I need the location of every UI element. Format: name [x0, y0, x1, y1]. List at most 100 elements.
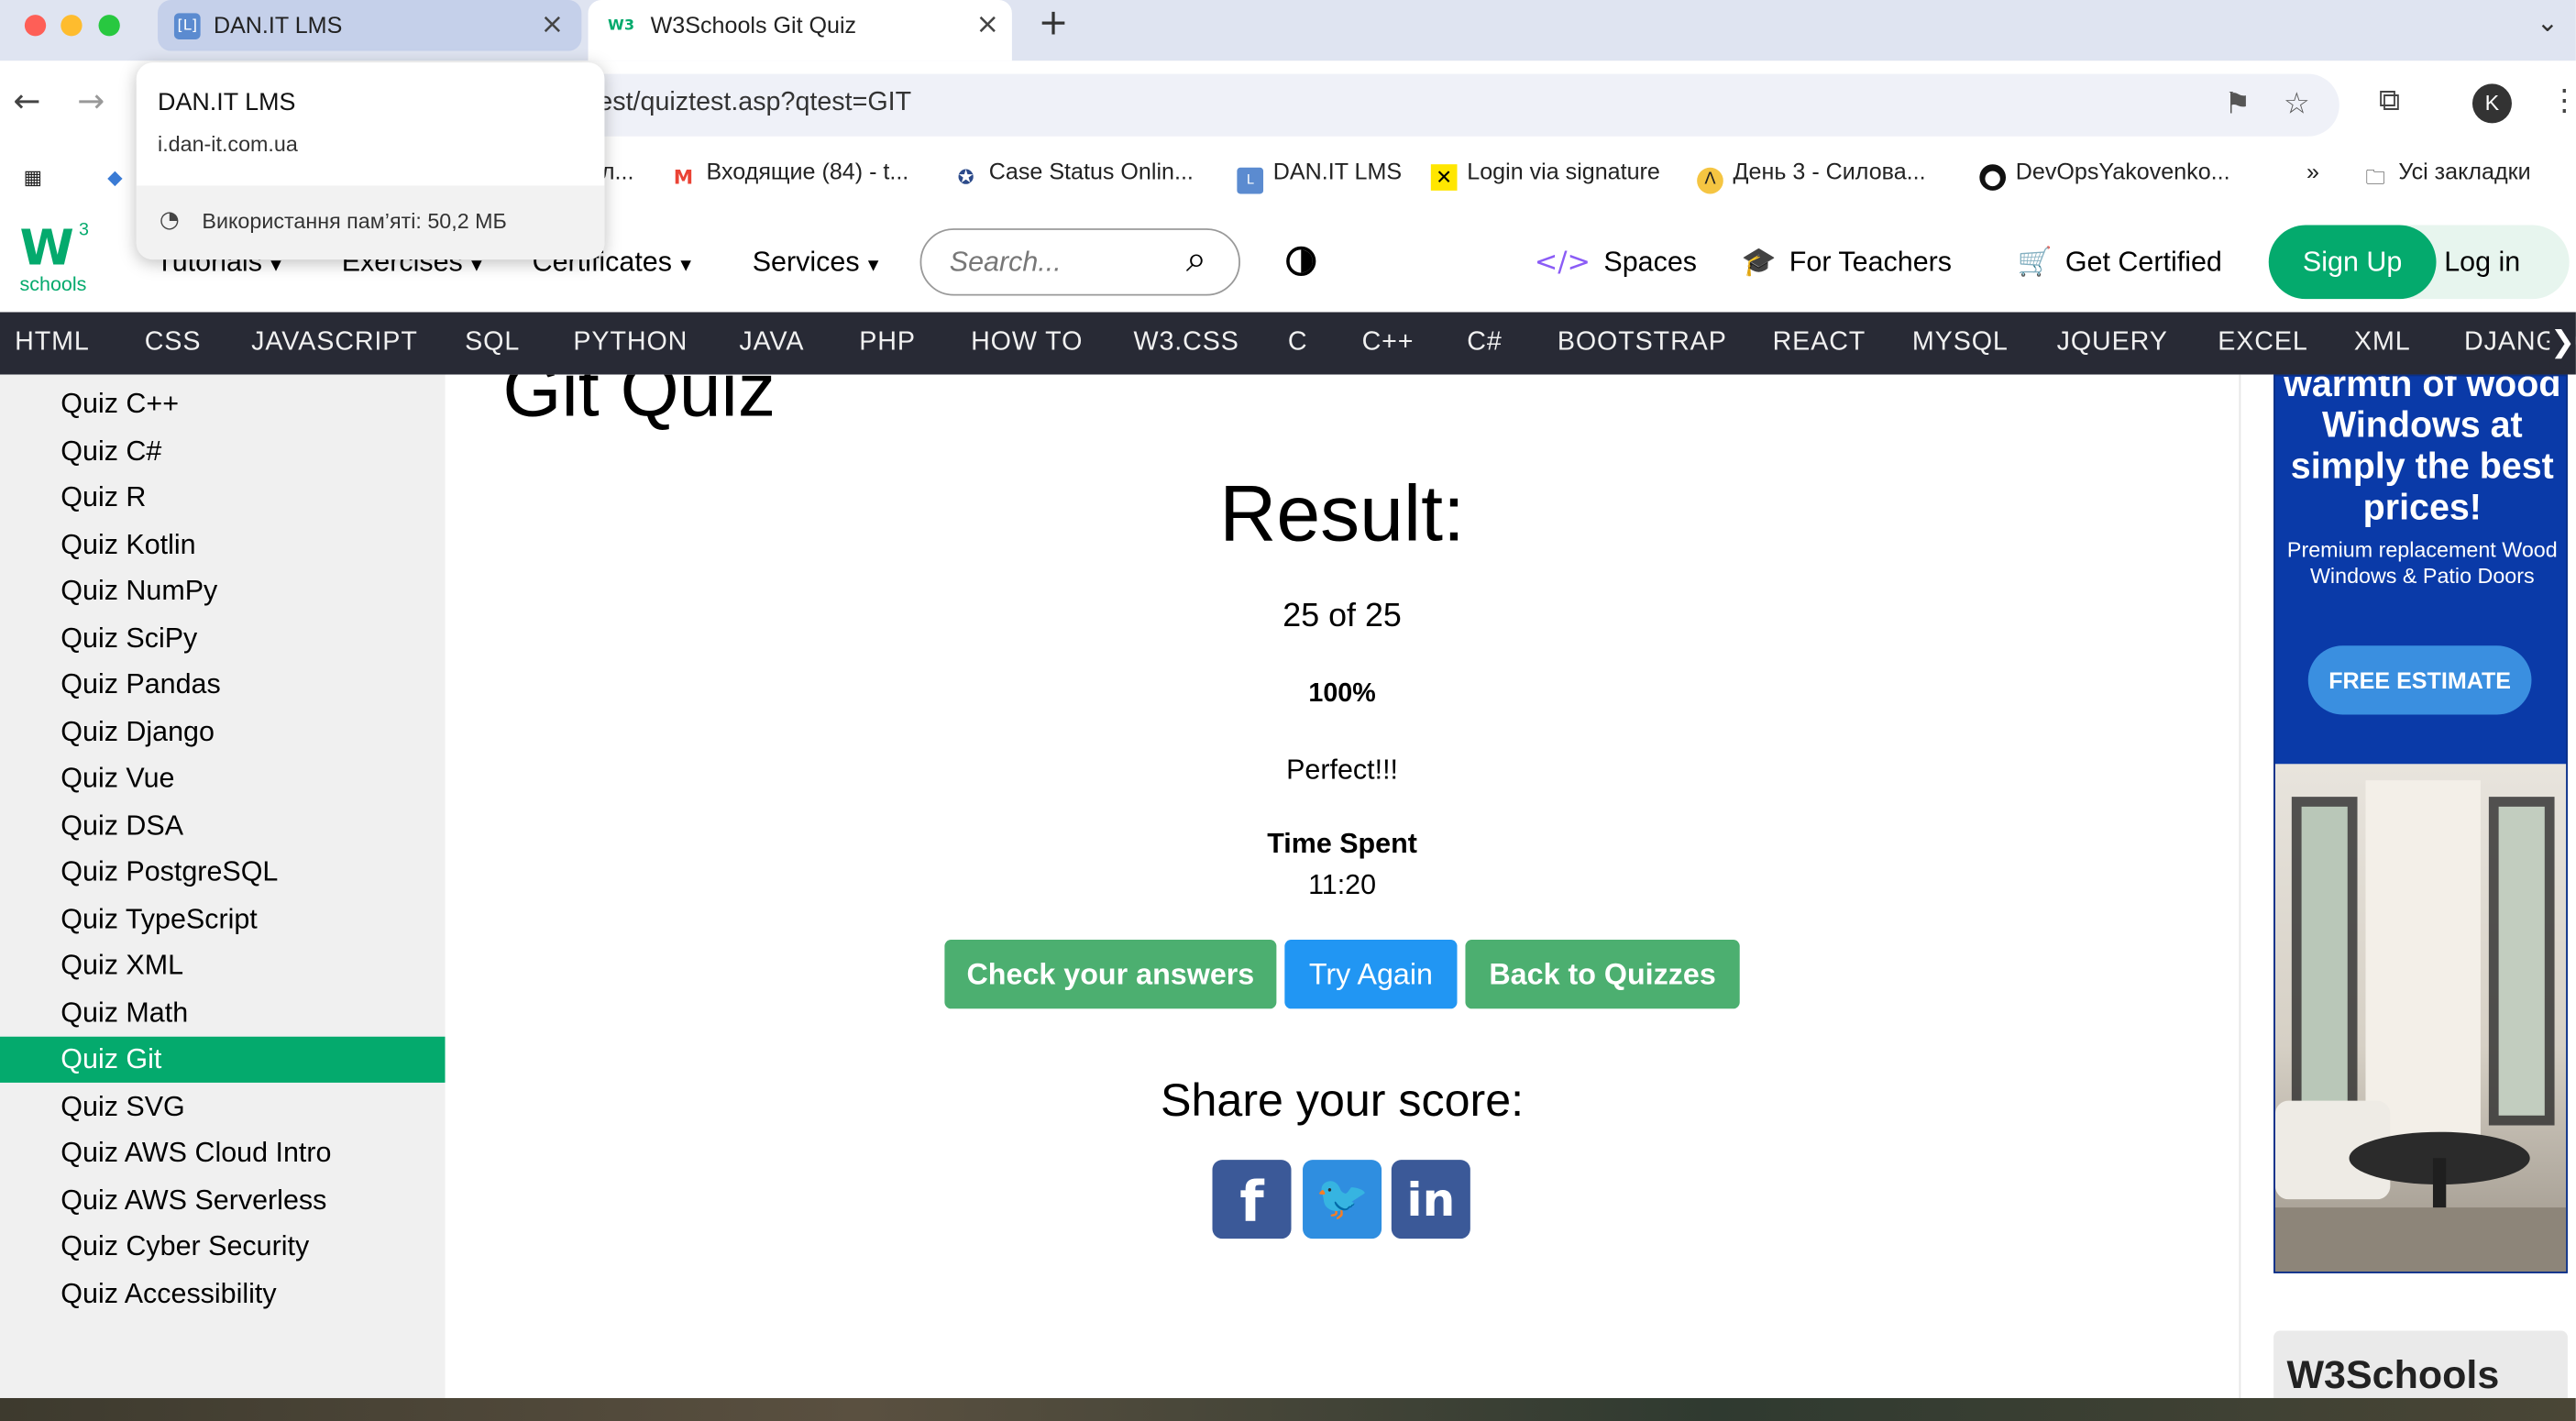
score-text: 25 of 25	[1282, 598, 1402, 634]
close-tab-icon[interactable]: ×	[975, 8, 999, 41]
signup-button[interactable]: Sign Up	[2268, 225, 2437, 300]
graduation-cap-icon: 🎓	[1741, 246, 1777, 280]
topnav-php[interactable]: PHP	[859, 328, 916, 358]
topnav-cpp[interactable]: C++	[1362, 328, 1415, 358]
back-to-quizzes-button[interactable]: Back to Quizzes	[1465, 940, 1740, 1009]
caret-down-icon: ▼	[864, 256, 883, 277]
sidebar-item-cpp[interactable]: Quiz C++	[0, 381, 446, 427]
bookmark-item[interactable]: L DAN.IT LMS	[1237, 158, 1402, 194]
tab-hover-card: DAN.IT LMS i.dan-it.com.ua ◔ Використанн…	[136, 62, 605, 260]
sidebar-item-math[interactable]: Quiz Math	[0, 991, 446, 1037]
bookmark-item[interactable]: ✪ Case Status Onlin...	[952, 158, 1194, 191]
topnav-c[interactable]: C	[1288, 328, 1308, 358]
sidebar-item-pandas[interactable]: Quiz Pandas	[0, 662, 446, 708]
sidebar-item-r[interactable]: Quiz R	[0, 475, 446, 521]
facebook-icon[interactable]: f	[1212, 1160, 1292, 1239]
tab-dan-it-lms[interactable]: [L] DAN.IT LMS ×	[158, 0, 582, 51]
free-estimate-button[interactable]: FREE ESTIMATE	[2307, 645, 2532, 715]
bookmark-item[interactable]: ◆	[102, 158, 138, 191]
bookmark-item[interactable]: ● DevOpsYakovenko...	[1979, 158, 2230, 191]
right-column: warmth of wood Windows at simply the bes…	[2239, 374, 2576, 1421]
linkedin-icon[interactable]: in	[1391, 1160, 1470, 1239]
try-again-button[interactable]: Try Again	[1284, 940, 1458, 1009]
sidebar-item-xml[interactable]: Quiz XML	[0, 943, 446, 989]
sidebar-item-accessibility[interactable]: Quiz Accessibility	[0, 1272, 446, 1317]
sidebar-item-kotlin[interactable]: Quiz Kotlin	[0, 523, 446, 568]
get-certified-link[interactable]: 🛒 Get Certified	[2018, 247, 2222, 280]
memory-gauge-icon: ◔	[159, 206, 180, 234]
close-window-button[interactable]	[24, 15, 47, 37]
zoom-window-button[interactable]	[98, 15, 120, 37]
menu-services[interactable]: Services ▼	[753, 247, 883, 280]
hover-card-footer: ◔ Використання пам’яті: 50,2 МБ	[136, 185, 605, 260]
topnav-javascript[interactable]: JAVASCRIPT	[251, 328, 418, 358]
bookmark-item[interactable]: л...	[601, 158, 634, 184]
logo-superscript: 3	[79, 220, 89, 240]
topnav-mysql[interactable]: MYSQL	[1912, 328, 2009, 358]
topnav-react[interactable]: REACT	[1773, 328, 1866, 358]
sidebar-item-aws-serverless[interactable]: Quiz AWS Serverless	[0, 1178, 446, 1224]
topnav-css[interactable]: CSS	[145, 328, 202, 358]
sidebar-item-scipy[interactable]: Quiz SciPy	[0, 616, 446, 662]
result-message: Perfect!!!	[1286, 754, 1399, 786]
sidebar-item-cyber-security[interactable]: Quiz Cyber Security	[0, 1224, 446, 1270]
topnav-csharp[interactable]: C#	[1467, 328, 1502, 358]
back-arrow-icon[interactable]: ←	[13, 81, 40, 120]
translate-icon[interactable]: ⚑	[2224, 87, 2251, 122]
tab-w3schools-git-quiz[interactable]: W3 W3Schools Git Quiz ×	[588, 0, 1012, 61]
hover-card-title: DAN.IT LMS	[158, 88, 296, 117]
topnav-java[interactable]: JAVA	[739, 328, 804, 358]
all-bookmarks[interactable]: 🗀 Усі закладки	[2362, 158, 2530, 191]
star-icon[interactable]: ☆	[2284, 87, 2310, 122]
topnav-html[interactable]: HTML	[15, 328, 90, 358]
minimize-window-button[interactable]	[61, 15, 83, 37]
topnav-how-to[interactable]: HOW TO	[971, 328, 1083, 358]
logo-text: schools	[19, 272, 87, 296]
bookmark-item[interactable]: ✕ Login via signature	[1430, 158, 1660, 191]
bookmark-item[interactable]: M Входящие (84) - t...	[670, 158, 909, 191]
folder-icon: 🗀	[2365, 165, 2385, 190]
search-icon[interactable]: ⌕	[1186, 240, 1206, 281]
topnav-jquery[interactable]: JQUERY	[2057, 328, 2168, 358]
extensions-icon[interactable]: ⧉	[2379, 83, 2400, 118]
close-tab-icon[interactable]: ×	[541, 8, 565, 41]
sidebar-item-postgresql[interactable]: Quiz PostgreSQL	[0, 849, 446, 895]
topnav-sql[interactable]: SQL	[465, 328, 520, 358]
topnav-w3css[interactable]: W3.CSS	[1133, 328, 1238, 358]
spaces-link[interactable]: </> Spaces	[1535, 247, 1697, 280]
topnav-excel[interactable]: EXCEL	[2218, 328, 2308, 358]
sidebar-item-svg[interactable]: Quiz SVG	[0, 1085, 446, 1130]
sidebar-item-dsa[interactable]: Quiz DSA	[0, 803, 446, 849]
for-teachers-link[interactable]: 🎓 For Teachers	[1742, 247, 1953, 280]
advertisement[interactable]: warmth of wood Windows at simply the bes…	[2273, 374, 2568, 1273]
address-url: est/quiztest.asp?qtest=GIT	[598, 88, 912, 117]
check-answers-button[interactable]: Check your answers	[944, 940, 1277, 1009]
bookmark-item[interactable]: Λ День 3 - Силова...	[1697, 158, 1926, 194]
forward-arrow-icon[interactable]: →	[77, 81, 105, 120]
tab-search-chevron-icon[interactable]: ⌄	[2537, 6, 2559, 38]
github-icon: ●	[1979, 164, 2007, 191]
result-heading: Result:	[1219, 471, 1465, 559]
twitter-icon[interactable]: 🐦	[1303, 1160, 1382, 1239]
profile-avatar[interactable]: K	[2471, 83, 2512, 124]
contrast-toggle-icon[interactable]	[1286, 246, 1316, 277]
sidebar-item-numpy[interactable]: Quiz NumPy	[0, 568, 446, 614]
sidebar-item-typescript[interactable]: Quiz TypeScript	[0, 897, 446, 942]
caret-down-icon: ▼	[677, 256, 695, 277]
bookmarks-overflow-icon[interactable]: »	[2306, 158, 2319, 184]
sidebar-item-git[interactable]: Quiz Git	[0, 1036, 446, 1083]
apps-grid-icon[interactable]: ▦	[20, 158, 56, 191]
new-tab-button[interactable]: +	[1039, 4, 1069, 45]
w3schools-logo[interactable]: W	[20, 220, 74, 278]
sidebar-item-vue[interactable]: Quiz Vue	[0, 755, 446, 801]
sidebar-item-django[interactable]: Quiz Django	[0, 710, 446, 755]
topnav-python[interactable]: PYTHON	[573, 328, 688, 358]
topnav-scroll-right-icon[interactable]: ❯	[2549, 312, 2576, 375]
coin-icon: Λ	[1697, 167, 1723, 194]
site-search-input[interactable]: Search... ⌕	[919, 228, 1240, 296]
topnav-xml[interactable]: XML	[2354, 328, 2411, 358]
topnav-bootstrap[interactable]: BOOTSTRAP	[1558, 328, 1727, 358]
sidebar-item-csharp[interactable]: Quiz C#	[0, 429, 446, 475]
sidebar-item-aws-cloud-intro[interactable]: Quiz AWS Cloud Intro	[0, 1130, 446, 1176]
kebab-menu-icon[interactable]: ⋮	[2549, 83, 2576, 118]
